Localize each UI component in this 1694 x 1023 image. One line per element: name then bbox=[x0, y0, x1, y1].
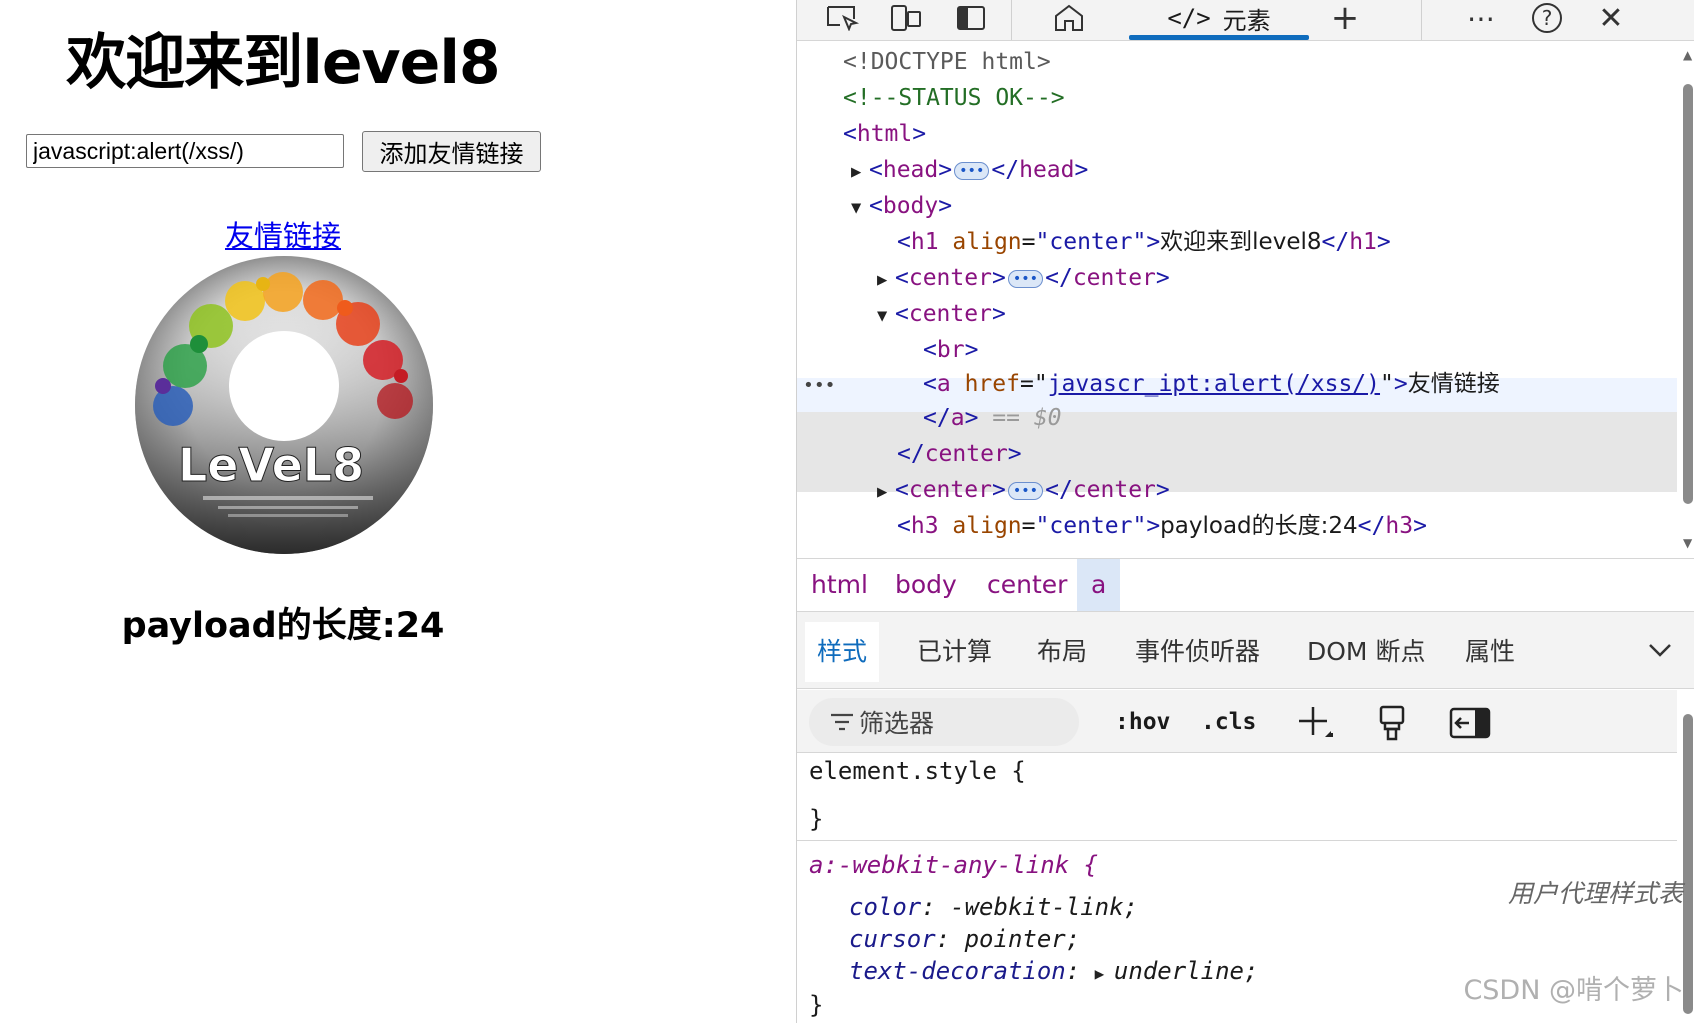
close-icon[interactable]: ✕ bbox=[1591, 0, 1631, 36]
tab-elements-label: 元素 bbox=[1222, 6, 1271, 35]
tab-styles[interactable]: 样式 bbox=[805, 622, 880, 682]
dom-center-2[interactable]: ▼ <center> bbox=[797, 296, 1677, 332]
rendered-page: 欢迎来到level8 添加友情链接 友情链接 bbox=[0, 0, 795, 1023]
tab-elements[interactable]: </> 元素 bbox=[1129, 0, 1309, 36]
filter-input[interactable]: 筛选器 bbox=[809, 698, 1079, 746]
user-agent-stylesheet-label: 用户代理样式表 bbox=[1507, 879, 1683, 908]
dom-br[interactable]: <br> bbox=[797, 332, 1677, 368]
dom-tree[interactable]: <!DOCTYPE html> <!--STATUS OK--> <html> … bbox=[797, 44, 1677, 556]
styles-subtabs: 样式 已计算 布局 事件侦听器 DOM 断点 属性 bbox=[797, 612, 1694, 689]
row-actions-icon[interactable]: ••• bbox=[803, 368, 923, 404]
tab-event-listeners[interactable]: 事件侦听器 bbox=[1123, 622, 1272, 682]
active-tab-indicator bbox=[1129, 35, 1309, 40]
dom-head[interactable]: ▶ <head> ••• </head> bbox=[797, 152, 1677, 188]
paint-brush-icon[interactable] bbox=[1377, 698, 1407, 746]
add-link-button[interactable]: 添加友情链接 bbox=[362, 131, 541, 172]
breadcrumb-body[interactable]: body bbox=[881, 559, 971, 611]
collapsed-ellipsis-icon[interactable]: ••• bbox=[1007, 269, 1044, 288]
tab-dom-breakpoints[interactable]: DOM 断点 bbox=[1295, 622, 1437, 682]
expand-triangle-icon[interactable]: ▶ bbox=[877, 262, 895, 298]
dom-comment[interactable]: <!--STATUS OK--> bbox=[797, 80, 1677, 116]
css-prop-text-decoration[interactable]: text-decoration: ▶ underline; bbox=[849, 954, 1258, 988]
dom-scroll-thumb[interactable] bbox=[1683, 84, 1693, 504]
collapse-triangle-icon[interactable]: ▼ bbox=[877, 298, 895, 334]
collapsed-ellipsis-icon[interactable]: ••• bbox=[1007, 481, 1044, 500]
dom-center-2-close[interactable]: </center> bbox=[797, 436, 1677, 472]
collapsed-ellipsis-icon[interactable]: ••• bbox=[954, 161, 990, 180]
svg-text:?: ? bbox=[1542, 6, 1553, 30]
styles-scroll-thumb[interactable] bbox=[1683, 714, 1693, 1014]
dom-html[interactable]: <html> bbox=[797, 116, 1677, 152]
collapse-triangle-icon[interactable]: ▼ bbox=[851, 190, 869, 226]
tab-layout[interactable]: 布局 bbox=[1025, 622, 1099, 682]
welcome-home-icon[interactable] bbox=[1049, 0, 1089, 36]
ua-rule-close: } bbox=[809, 991, 824, 1019]
elements-tab-icon: </> bbox=[1167, 4, 1211, 32]
help-icon[interactable]: ? bbox=[1527, 0, 1567, 36]
dom-h3[interactable]: <h3 align="center">payload的长度:24</h3> bbox=[797, 508, 1677, 544]
dom-a-close[interactable]: </a> == $0 bbox=[797, 400, 1677, 436]
dom-h1[interactable]: <h1 align="center">欢迎来到level8</h1> bbox=[797, 224, 1677, 260]
new-style-rule-icon[interactable] bbox=[1295, 698, 1335, 746]
css-prop-color[interactable]: color: -webkit-link; bbox=[849, 890, 1138, 924]
ua-rule-selector[interactable]: a:-webkit-any-link { bbox=[809, 848, 1098, 882]
dom-body[interactable]: ▼ <body> bbox=[797, 188, 1677, 224]
device-emulation-icon[interactable] bbox=[887, 0, 927, 36]
more-options-icon[interactable]: ⋯ bbox=[1461, 0, 1501, 36]
dom-center-1[interactable]: ▶ <center> ••• </center> bbox=[797, 260, 1677, 296]
devtools-toolbar: </> 元素 + ⋯ ? ✕ bbox=[797, 0, 1694, 41]
breadcrumb-a[interactable]: a bbox=[1077, 559, 1121, 611]
expand-triangle-icon[interactable]: ▶ bbox=[851, 154, 869, 190]
filter-placeholder: 筛选器 bbox=[859, 709, 935, 738]
hov-toggle[interactable]: :hov bbox=[1115, 698, 1170, 746]
level8-disc-image: LeVeL8 bbox=[135, 256, 433, 554]
dom-center-3[interactable]: ▶ <center> ••• </center> bbox=[797, 472, 1677, 508]
payload-length: payload的长度:24 bbox=[121, 606, 445, 646]
dom-a-selected[interactable]: ••• <a href="javascr_ipt:alert(/xss/)">友情… bbox=[797, 366, 1677, 402]
expand-triangle-icon[interactable]: ▶ bbox=[877, 474, 895, 510]
tab-properties[interactable]: 属性 bbox=[1453, 622, 1527, 682]
css-prop-cursor[interactable]: cursor: pointer; bbox=[849, 922, 1080, 956]
cls-toggle[interactable]: .cls bbox=[1201, 698, 1256, 746]
scroll-up-icon[interactable]: ▲ bbox=[1683, 48, 1692, 62]
page-title: 欢迎来到level8 bbox=[66, 28, 500, 98]
breadcrumb: html body center a bbox=[797, 558, 1694, 612]
scroll-down-icon[interactable]: ▼ bbox=[1683, 536, 1692, 550]
dom-tree-scrollbar[interactable]: ▲ ▼ bbox=[1679, 44, 1694, 556]
inspect-element-icon[interactable] bbox=[823, 0, 863, 36]
friend-link[interactable]: 友情链接 bbox=[225, 219, 341, 253]
friend-link-container: 友情链接 bbox=[0, 213, 566, 255]
dom-doctype[interactable]: <!DOCTYPE html> bbox=[797, 44, 1677, 80]
link-input[interactable] bbox=[26, 134, 344, 168]
add-tab-icon[interactable]: + bbox=[1325, 0, 1365, 38]
disc-logo-text: LeVeL8 bbox=[178, 438, 364, 492]
devtools-panel: </> 元素 + ⋯ ? ✕ <!DOCTYPE html> <!--STATU… bbox=[796, 0, 1694, 1023]
toggle-sidebar-icon[interactable] bbox=[1449, 698, 1491, 746]
dock-side-icon[interactable] bbox=[951, 0, 991, 36]
expand-shorthand-icon[interactable]: ▶ bbox=[1095, 964, 1114, 983]
filter-icon bbox=[829, 712, 855, 738]
element-style-close: } bbox=[809, 805, 824, 833]
element-style-rule[interactable]: element.style { bbox=[809, 754, 1026, 788]
chevron-down-icon[interactable] bbox=[1647, 622, 1673, 682]
tab-computed[interactable]: 已计算 bbox=[905, 622, 1004, 682]
breadcrumb-html[interactable]: html bbox=[797, 559, 882, 611]
watermark: CSDN @啃个萝卜 bbox=[1463, 975, 1684, 1006]
breadcrumb-center[interactable]: center bbox=[973, 559, 1081, 611]
styles-filter-bar: 筛选器 :hov .cls bbox=[797, 690, 1677, 753]
